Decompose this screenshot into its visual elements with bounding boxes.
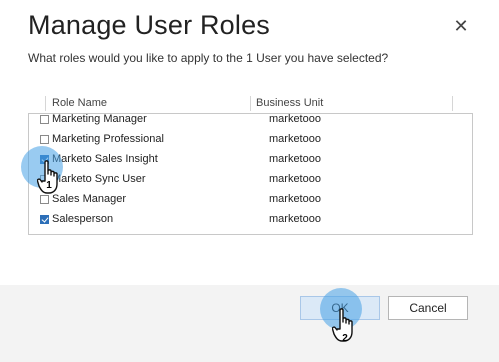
business-unit: marketooo bbox=[269, 173, 321, 185]
table-row[interactable]: Salesperson marketooo bbox=[29, 210, 472, 230]
business-unit: marketooo bbox=[269, 153, 321, 165]
business-unit: marketooo bbox=[269, 133, 321, 145]
column-separator[interactable] bbox=[452, 96, 453, 111]
roles-list: Marketing Manager marketooo Marketing Pr… bbox=[28, 113, 473, 235]
dialog-title: Manage User Roles bbox=[28, 10, 271, 40]
business-unit: marketooo bbox=[269, 193, 321, 205]
role-name: Marketing Manager bbox=[52, 113, 147, 125]
table-row[interactable]: Marketo Sync User marketooo bbox=[29, 170, 472, 190]
role-name: Marketing Professional bbox=[52, 133, 164, 145]
column-separator[interactable] bbox=[250, 96, 251, 111]
table-row[interactable]: Marketing Professional marketooo bbox=[29, 130, 472, 150]
table-row[interactable]: Marketing Manager marketooo bbox=[29, 113, 472, 130]
column-header-business-unit[interactable]: Business Unit bbox=[256, 97, 323, 109]
pointer-hand-icon bbox=[37, 160, 58, 194]
table-header: Role Name Business Unit bbox=[28, 96, 472, 113]
step-number-1: 1 bbox=[46, 180, 52, 191]
role-name: Salesperson bbox=[52, 213, 114, 225]
role-checkbox[interactable] bbox=[40, 115, 49, 124]
close-icon[interactable]: ✕ bbox=[452, 17, 470, 35]
role-checkbox[interactable] bbox=[40, 135, 49, 144]
column-separator[interactable] bbox=[45, 96, 46, 111]
dialog-subtitle: What roles would you like to apply to th… bbox=[28, 51, 389, 65]
role-checkbox[interactable] bbox=[40, 215, 49, 224]
table-row[interactable]: Sales Manager marketooo bbox=[29, 190, 472, 210]
step-number-2: 2 bbox=[342, 333, 348, 344]
cancel-button[interactable]: Cancel bbox=[388, 296, 468, 320]
column-header-role-name[interactable]: Role Name bbox=[52, 97, 107, 109]
role-name: Marketo Sales Insight bbox=[52, 153, 158, 165]
table-row[interactable]: Marketo Sales Insight marketooo bbox=[29, 150, 472, 170]
business-unit: marketooo bbox=[269, 113, 321, 125]
business-unit: marketooo bbox=[269, 213, 321, 225]
